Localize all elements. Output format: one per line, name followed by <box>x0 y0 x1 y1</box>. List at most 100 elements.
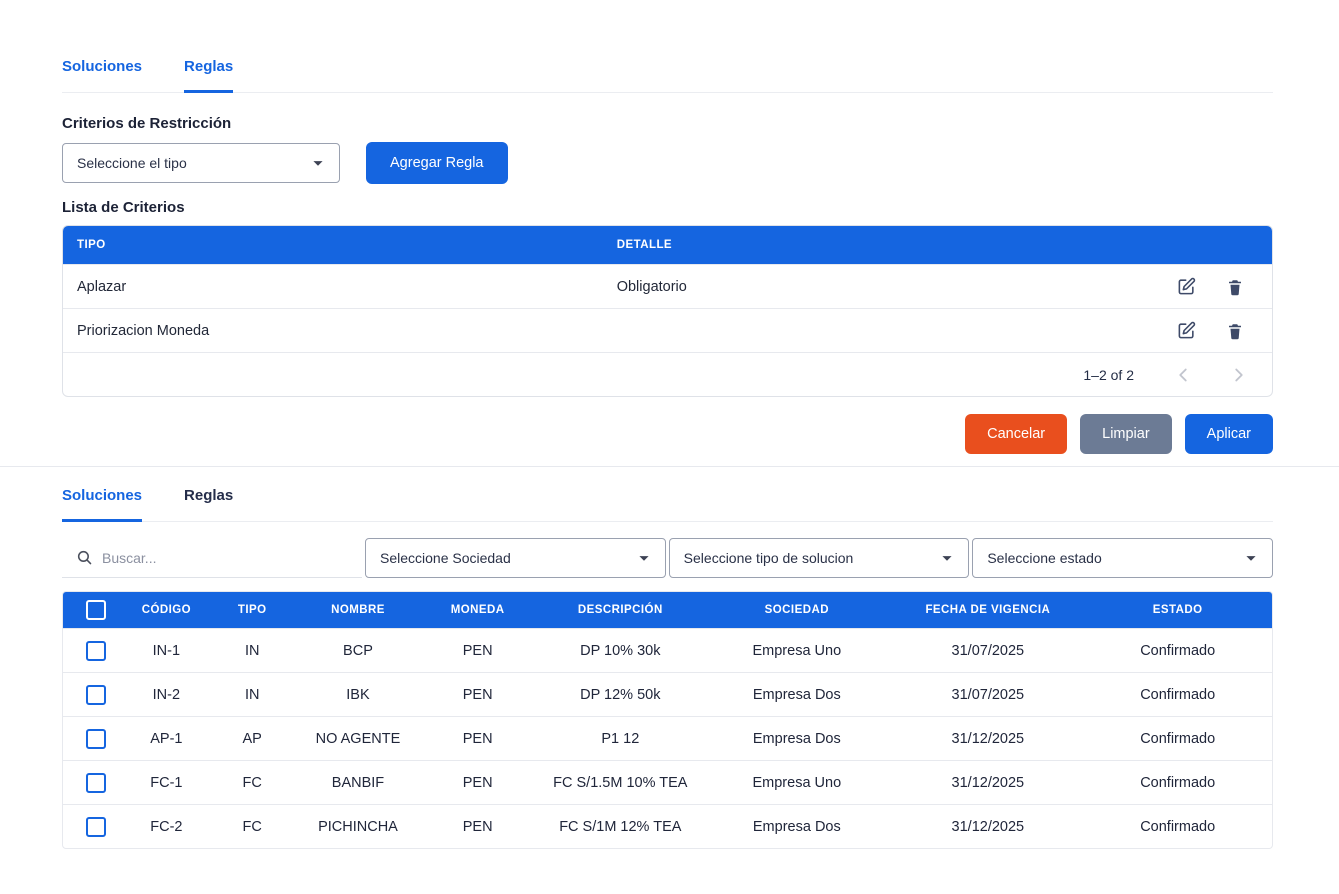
cell-estado: Confirmado <box>1083 672 1272 716</box>
tipo-solucion-select[interactable]: Seleccione tipo de solucion <box>669 538 970 578</box>
header-tipo: TIPO <box>204 592 300 628</box>
solution-row: AP-1 AP NO AGENTE PEN P1 12 Empresa Dos … <box>63 716 1272 760</box>
criteria-row: Priorizacion Moneda <box>63 308 1272 352</box>
cell-nombre: NO AGENTE <box>300 716 416 760</box>
header-descripcion: DESCRIPCIÓN <box>539 592 701 628</box>
cell-codigo: FC-1 <box>128 760 204 804</box>
criteria-cell-detalle <box>617 308 1125 352</box>
cell-moneda: PEN <box>416 628 539 672</box>
cell-tipo: IN <box>204 628 300 672</box>
solutions-section: Soluciones Reglas Seleccione Sociedad Se… <box>0 487 1339 849</box>
row-checkbox[interactable] <box>86 685 106 705</box>
edit-icon[interactable] <box>1177 321 1196 340</box>
cell-fecha-vigencia: 31/12/2025 <box>892 760 1083 804</box>
solutions-table-header: CÓDIGO TIPO NOMBRE MONEDA DESCRIPCIÓN SO… <box>63 592 1272 628</box>
chevron-left-icon[interactable] <box>1172 364 1194 386</box>
header-fecha-vigencia: FECHA DE VIGENCIA <box>892 592 1083 628</box>
cell-tipo: FC <box>204 760 300 804</box>
row-checkbox[interactable] <box>86 817 106 837</box>
solution-row: FC-2 FC PICHINCHA PEN FC S/1M 12% TEA Em… <box>63 804 1272 848</box>
cancel-button[interactable]: Cancelar <box>965 414 1067 454</box>
criteria-cell-tipo: Aplazar <box>63 264 617 308</box>
cell-estado: Confirmado <box>1083 804 1272 848</box>
sociedad-select[interactable]: Seleccione Sociedad <box>365 538 666 578</box>
chevron-down-icon <box>936 547 958 569</box>
header-sociedad: SOCIEDAD <box>701 592 892 628</box>
section-divider <box>0 466 1339 467</box>
add-rule-button[interactable]: Agregar Regla <box>366 142 508 184</box>
apply-button[interactable]: Aplicar <box>1185 414 1273 454</box>
cell-fecha-vigencia: 31/07/2025 <box>892 628 1083 672</box>
solution-row: FC-1 FC BANBIF PEN FC S/1.5M 10% TEA Emp… <box>63 760 1272 804</box>
pagination-label: 1–2 of 2 <box>1083 367 1134 383</box>
cell-fecha-vigencia: 31/12/2025 <box>892 804 1083 848</box>
cell-estado: Confirmado <box>1083 716 1272 760</box>
row-checkbox[interactable] <box>86 729 106 749</box>
cell-codigo: AP-1 <box>128 716 204 760</box>
solutions-table: CÓDIGO TIPO NOMBRE MONEDA DESCRIPCIÓN SO… <box>62 591 1273 849</box>
criteria-row: Aplazar Obligatorio <box>63 264 1272 308</box>
criteria-cell-tipo: Priorizacion Moneda <box>63 308 617 352</box>
cell-sociedad: Empresa Dos <box>701 672 892 716</box>
criteria-table-header: TIPO DETALLE <box>63 226 1272 264</box>
cell-checkbox <box>63 760 128 804</box>
edit-icon[interactable] <box>1177 277 1196 296</box>
search-input[interactable] <box>102 550 362 566</box>
top-tab-reglas[interactable]: Reglas <box>184 58 233 93</box>
cell-codigo: FC-2 <box>128 804 204 848</box>
criteria-pagination: 1–2 of 2 <box>63 352 1272 396</box>
cell-estado: Confirmado <box>1083 760 1272 804</box>
select-all-checkbox[interactable] <box>86 600 106 620</box>
chevron-down-icon <box>307 152 329 174</box>
filter-row: Seleccione Sociedad Seleccione tipo de s… <box>62 538 1273 578</box>
bottom-tab-soluciones[interactable]: Soluciones <box>62 487 142 522</box>
search-box <box>62 538 362 578</box>
header-checkbox-cell <box>63 592 128 628</box>
cell-codigo: IN-2 <box>128 672 204 716</box>
header-codigo: CÓDIGO <box>128 592 204 628</box>
cell-codigo: IN-1 <box>128 628 204 672</box>
trash-icon[interactable] <box>1226 278 1244 296</box>
top-tab-soluciones[interactable]: Soluciones <box>62 58 142 93</box>
cell-checkbox <box>63 804 128 848</box>
row-checkbox[interactable] <box>86 773 106 793</box>
header-nombre: NOMBRE <box>300 592 416 628</box>
cell-moneda: PEN <box>416 804 539 848</box>
solution-row: IN-1 IN BCP PEN DP 10% 30k Empresa Uno 3… <box>63 628 1272 672</box>
bottom-tab-reglas[interactable]: Reglas <box>184 487 233 522</box>
chevron-right-icon[interactable] <box>1228 364 1250 386</box>
cell-descripcion: FC S/1.5M 10% TEA <box>539 760 701 804</box>
criteria-cell-detalle: Obligatorio <box>617 264 1125 308</box>
cell-moneda: PEN <box>416 716 539 760</box>
rules-section: Soluciones Reglas Criterios de Restricci… <box>0 58 1339 454</box>
criteria-list-label: Lista de Criterios <box>62 199 1273 216</box>
search-icon <box>76 549 93 566</box>
cell-checkbox <box>63 716 128 760</box>
estado-select-value: Seleccione estado <box>987 550 1101 566</box>
row-checkbox[interactable] <box>86 641 106 661</box>
form-actions: Cancelar Limpiar Aplicar <box>62 414 1273 454</box>
header-moneda: MONEDA <box>416 592 539 628</box>
criteria-header-detalle: DETALLE <box>617 226 1125 264</box>
criteria-cell-actions <box>1124 264 1272 308</box>
cell-nombre: PICHINCHA <box>300 804 416 848</box>
clear-button[interactable]: Limpiar <box>1080 414 1172 454</box>
type-select-value: Seleccione el tipo <box>77 155 187 171</box>
cell-tipo: IN <box>204 672 300 716</box>
cell-moneda: PEN <box>416 672 539 716</box>
cell-tipo: AP <box>204 716 300 760</box>
cell-nombre: BANBIF <box>300 760 416 804</box>
type-select[interactable]: Seleccione el tipo <box>62 143 340 183</box>
trash-icon[interactable] <box>1226 322 1244 340</box>
cell-fecha-vigencia: 31/12/2025 <box>892 716 1083 760</box>
cell-descripcion: FC S/1M 12% TEA <box>539 804 701 848</box>
page: Soluciones Reglas Criterios de Restricci… <box>0 0 1339 894</box>
criteria-cell-actions <box>1124 308 1272 352</box>
chevron-down-icon <box>633 547 655 569</box>
estado-select[interactable]: Seleccione estado <box>972 538 1273 578</box>
cell-nombre: IBK <box>300 672 416 716</box>
cell-descripcion: DP 12% 50k <box>539 672 701 716</box>
criteria-header-tipo: TIPO <box>63 226 617 264</box>
cell-sociedad: Empresa Dos <box>701 804 892 848</box>
cell-fecha-vigencia: 31/07/2025 <box>892 672 1083 716</box>
